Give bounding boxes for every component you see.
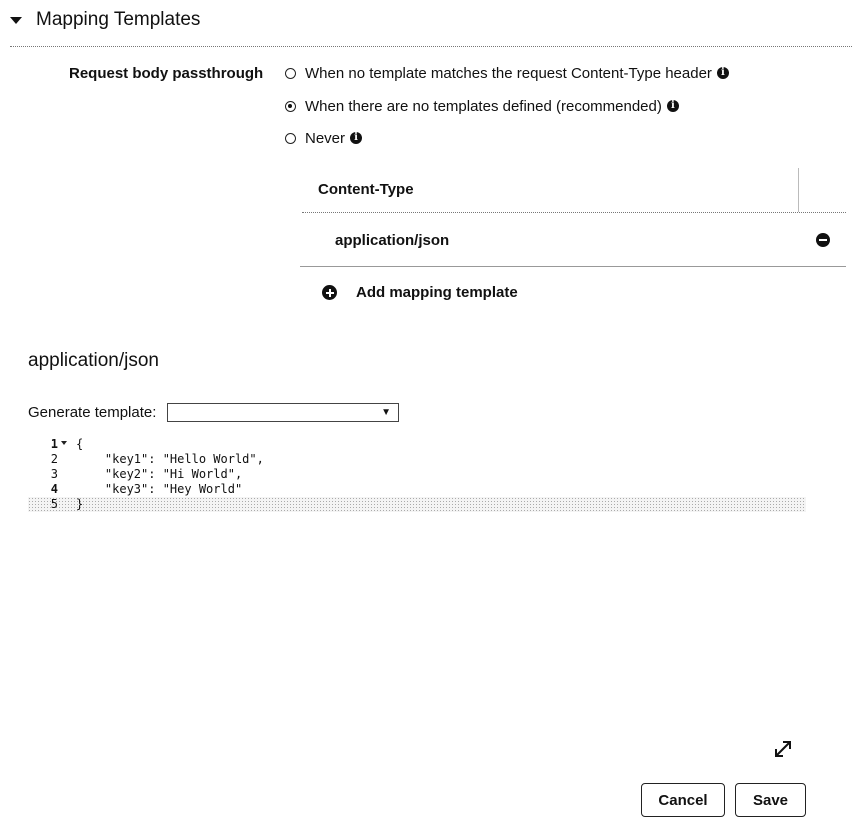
line-number: 1: [50, 437, 58, 451]
content-type-header: Content-Type: [318, 181, 414, 198]
content-type-value[interactable]: application/json: [335, 232, 449, 249]
plus-circle-icon[interactable]: [322, 285, 337, 300]
code-line-active: 5 }: [28, 497, 806, 512]
cancel-button[interactable]: Cancel: [641, 783, 725, 817]
content-type-header-row: Content-Type: [302, 168, 846, 213]
code-text: "key1": "Hello World",: [76, 452, 264, 466]
content-type-row[interactable]: application/json: [300, 212, 846, 267]
generate-template-select[interactable]: ▼: [167, 403, 399, 422]
dropdown-arrow-icon: ▼: [381, 407, 391, 418]
expand-icon[interactable]: [772, 738, 794, 760]
info-icon[interactable]: i: [350, 132, 363, 144]
radio-no-match[interactable]: [285, 67, 296, 79]
line-number: 5: [50, 497, 58, 511]
add-mapping-template-label: Add mapping template: [356, 284, 518, 301]
option-label: When no template matches the request Con…: [305, 64, 712, 82]
info-icon[interactable]: i: [666, 100, 679, 112]
save-button[interactable]: Save: [735, 783, 806, 817]
radio-no-templates[interactable]: [285, 100, 296, 112]
column-divider: [798, 168, 799, 212]
code-line: 3 "key2": "Hi World",: [28, 467, 806, 482]
section-title: Mapping Templates: [36, 9, 201, 30]
line-number: 2: [50, 452, 58, 466]
radio-never[interactable]: [285, 132, 296, 144]
option-label: When there are no templates defined (rec…: [305, 97, 662, 115]
passthrough-option-no-templates[interactable]: When there are no templates defined (rec…: [285, 96, 679, 116]
passthrough-label: Request body passthrough: [69, 65, 264, 82]
fold-toggle-icon[interactable]: [61, 441, 67, 445]
info-icon[interactable]: i: [716, 67, 729, 79]
passthrough-option-no-match[interactable]: When no template matches the request Con…: [285, 63, 729, 83]
template-title: application/json: [28, 350, 159, 371]
code-text: }: [76, 497, 84, 511]
generate-template-label: Generate template:: [28, 404, 157, 421]
minus-circle-icon[interactable]: [816, 233, 830, 247]
caret-down-icon[interactable]: [10, 17, 22, 24]
option-label: Never: [305, 129, 346, 147]
code-line: 4 "key3": "Hey World": [28, 482, 806, 497]
line-number: 4: [50, 482, 58, 496]
code-text: "key3": "Hey World": [76, 482, 243, 496]
add-mapping-template-button[interactable]: Add mapping template: [322, 284, 518, 301]
code-text: {: [76, 437, 84, 451]
line-number: 3: [50, 467, 58, 481]
code-text: "key2": "Hi World",: [76, 467, 243, 481]
mapping-templates-header[interactable]: Mapping Templates: [10, 0, 852, 47]
code-line: 1 {: [28, 437, 806, 452]
code-editor[interactable]: 1 { 2 "key1": "Hello World", 3 "key2": "…: [28, 437, 806, 515]
passthrough-option-never[interactable]: Never i: [285, 128, 363, 148]
code-line: 2 "key1": "Hello World",: [28, 452, 806, 467]
